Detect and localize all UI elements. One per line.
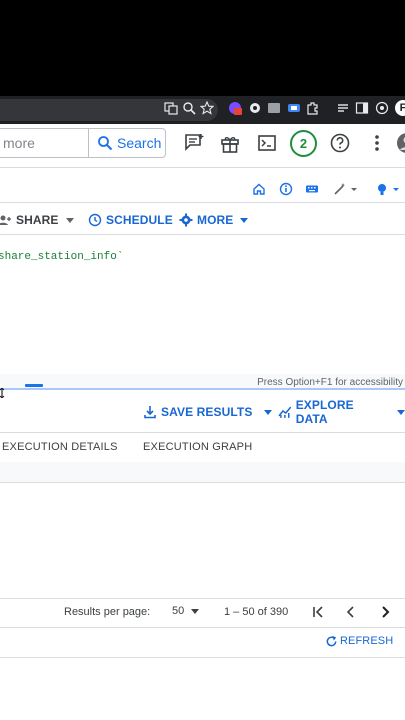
download-ext-icon[interactable] [375,101,389,115]
results-per-page-label: Results per page: [64,606,151,618]
code-line[interactable]: share_station_info` [0,251,123,263]
tab-execution-graph[interactable]: EXECUTION GRAPH [143,441,252,453]
person-add-icon [0,215,11,225]
browser-window: F more Search 2 SHARE SCHEDULE MORE shar… [0,96,405,720]
topbar-divider [0,167,405,168]
page-range: 1 – 50 of 390 [224,606,289,618]
home-icon[interactable] [252,182,266,196]
save-results-button[interactable]: SAVE RESULTS [143,402,273,422]
per-page-value: 50 [172,605,185,617]
profile-icon[interactable]: F [395,100,405,116]
tab-execution-details[interactable]: EXECUTION DETAILS [2,441,118,453]
info-icon[interactable] [279,182,293,196]
translate-icon[interactable] [164,101,178,115]
chevron-down-icon [240,217,249,223]
chart-icon [278,406,292,418]
more-vert-icon[interactable] [366,132,388,154]
chevron-down-icon [264,409,273,415]
first-page-icon[interactable] [309,603,327,621]
search-button-label: Search [117,135,162,151]
avatar[interactable] [396,132,405,154]
footer-divider [0,657,405,658]
extension-icon[interactable] [228,101,242,115]
settings-ext-icon[interactable] [248,101,262,115]
star-icon[interactable] [199,100,215,115]
editor-resize-handle[interactable] [0,388,405,390]
chevron-down-icon [65,217,74,223]
more-button[interactable]: MORE [179,210,249,230]
help-icon[interactable] [329,132,351,154]
share-button[interactable]: SHARE [0,210,74,230]
chevron-down-icon [397,409,405,415]
per-page-select[interactable]: 50 [172,605,200,617]
search-input[interactable]: more [0,128,90,158]
explore-data-label: EXPLORE DATA [295,398,354,426]
results-header-divider [0,482,405,483]
save-results-label: SAVE RESULTS [161,405,253,419]
side-panel-icon[interactable] [355,101,369,115]
results-toolbar-divider [0,432,405,433]
search-button[interactable]: Search [88,128,166,158]
actionbar-divider [0,234,405,235]
previous-page-icon[interactable] [342,603,360,621]
results-header-row [0,462,405,482]
chevron-down-icon [191,608,200,614]
pagination-top-divider [0,598,405,599]
gift-icon[interactable] [219,132,241,154]
gear-icon [179,213,193,227]
feedback-icon[interactable] [183,132,205,154]
clock-icon [88,213,102,227]
media-ext-icon[interactable] [267,101,281,115]
refresh-button[interactable]: REFRESH [325,631,393,651]
refresh-icon [326,635,337,646]
zoom-icon[interactable] [182,101,196,115]
screenshot-ext-icon[interactable] [287,101,301,115]
notifications-badge[interactable]: 2 [290,130,317,157]
keyboard-icon[interactable] [305,182,319,196]
schedule-label: SCHEDULE [106,213,173,227]
subbar-divider [0,202,405,203]
bulb-dropdown[interactable] [375,182,403,196]
download-icon [144,406,156,419]
pagination-bottom-divider [0,627,405,628]
magic-wand-dropdown[interactable] [333,182,359,196]
more-label: MORE [197,213,234,227]
schedule-button[interactable]: SCHEDULE [88,210,173,230]
browser-toolbar: F [0,96,405,124]
terminal-icon[interactable] [256,132,278,154]
next-page-icon[interactable] [376,603,394,621]
share-label: SHARE [16,213,59,227]
extensions-icon[interactable] [306,101,320,115]
reading-list-icon[interactable] [336,101,350,115]
refresh-label: REFRESH [340,635,394,647]
device-frame: F more Search 2 SHARE SCHEDULE MORE shar… [0,0,405,720]
drag-indicator[interactable] [25,384,43,387]
search-icon [98,136,113,151]
explore-data-button[interactable]: EXPLORE DATA [278,398,405,426]
accessibility-hint: Press Option+F1 for accessibility [257,377,403,388]
resize-cursor-icon [0,385,6,399]
